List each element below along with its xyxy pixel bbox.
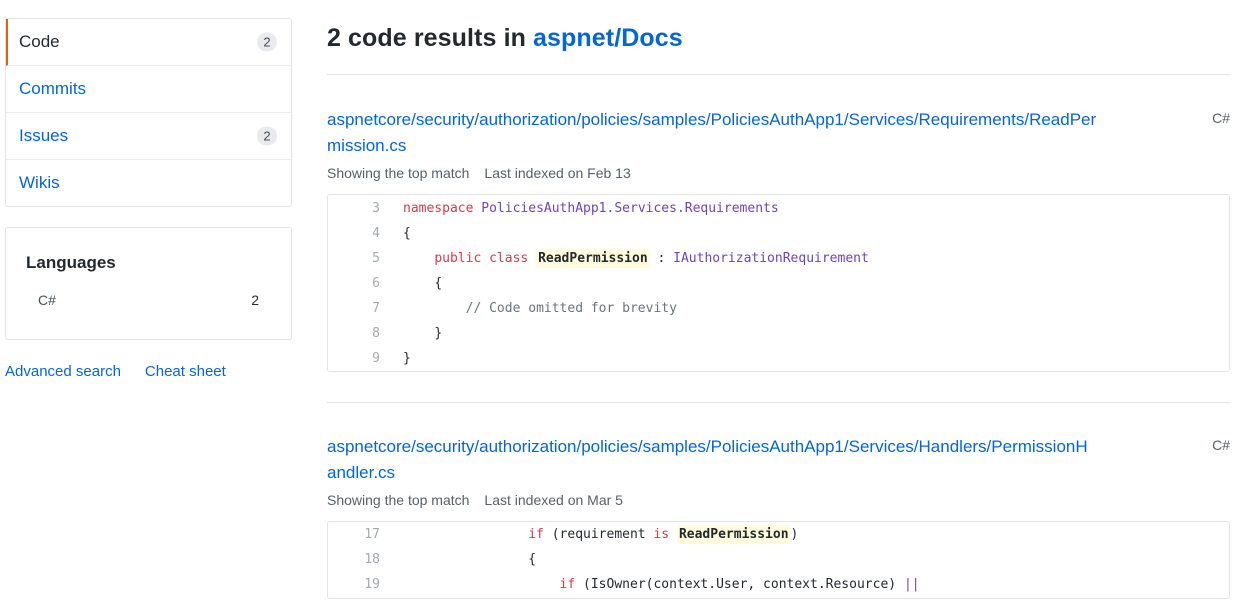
code-line: 8 } bbox=[328, 321, 1229, 346]
result-divider bbox=[327, 402, 1230, 403]
code-text: if (requirement is ReadPermission) bbox=[403, 522, 798, 547]
menu-item-label: Issues bbox=[19, 126, 69, 145]
code-token: is bbox=[653, 527, 670, 542]
code-line: 4{ bbox=[328, 221, 1229, 246]
header-divider bbox=[327, 74, 1230, 75]
languages-panel: Languages C# 2 bbox=[5, 227, 292, 340]
code-snippet: 17 if (requirement is ReadPermission) 18 … bbox=[327, 521, 1230, 599]
cheat-sheet-link[interactable]: Cheat sheet bbox=[145, 363, 226, 380]
search-help-links: Advanced search Cheat sheet bbox=[5, 363, 226, 380]
result-meta: Showing the top match Last indexed on Feb… bbox=[327, 165, 631, 181]
code-token: } bbox=[403, 351, 411, 366]
code-text: { bbox=[403, 221, 411, 246]
line-number: 9 bbox=[372, 351, 380, 366]
code-token: if bbox=[528, 527, 544, 542]
code-line: 7 // Code omitted for brevity bbox=[328, 296, 1229, 321]
code-line: 18 { bbox=[328, 547, 1229, 572]
code-text: } bbox=[403, 321, 442, 346]
language-count: 2 bbox=[251, 292, 259, 308]
line-number: 3 bbox=[372, 201, 380, 216]
code-token: public bbox=[434, 251, 482, 266]
match-text: Showing the top match bbox=[327, 165, 470, 181]
menu-item-commits[interactable]: Commits bbox=[6, 66, 291, 113]
result-file-link[interactable]: aspnetcore/security/authorization/polici… bbox=[327, 434, 1097, 486]
code-text: public class ReadPermission : IAuthoriza… bbox=[403, 246, 869, 271]
menu-item-label: Wikis bbox=[19, 173, 60, 192]
code-token: : bbox=[649, 251, 674, 266]
code-token: { bbox=[434, 276, 443, 291]
menu-item-label: Code bbox=[19, 32, 60, 51]
code-token: IAuthorizationRequirement bbox=[673, 251, 869, 266]
result-file-link[interactable]: aspnetcore/security/authorization/polici… bbox=[327, 107, 1097, 159]
menu-item-issues[interactable]: Issues 2 bbox=[6, 113, 291, 160]
line-number: 19 bbox=[364, 577, 380, 592]
menu-item-code[interactable]: Code 2 bbox=[6, 19, 291, 66]
code-line: 5 public class ReadPermission : IAuthori… bbox=[328, 246, 1229, 271]
results-count-text: 2 code results in bbox=[327, 24, 526, 52]
menu-item-label: Commits bbox=[19, 79, 87, 98]
issues-count-badge: 2 bbox=[257, 126, 277, 146]
code-text: // Code omitted for brevity bbox=[403, 296, 677, 321]
code-token: { bbox=[403, 226, 411, 241]
code-token: } bbox=[434, 326, 443, 341]
indexed-date: Last indexed on Feb 13 bbox=[484, 165, 631, 181]
advanced-search-link[interactable]: Advanced search bbox=[5, 363, 121, 380]
line-number: 17 bbox=[364, 527, 380, 542]
line-number: 7 bbox=[372, 301, 380, 316]
result-language: C# bbox=[1212, 437, 1230, 453]
match-text: Showing the top match bbox=[327, 492, 470, 508]
code-token: class bbox=[489, 251, 529, 266]
code-token: (requirement bbox=[543, 527, 654, 542]
search-match-highlight: ReadPermission bbox=[536, 249, 650, 268]
code-line: 3 namespace PoliciesAuthApp1.Services.Req… bbox=[328, 196, 1229, 221]
code-token: || bbox=[903, 577, 920, 592]
languages-heading: Languages bbox=[26, 253, 116, 272]
code-text: { bbox=[403, 547, 536, 572]
code-token: ) bbox=[790, 527, 799, 542]
search-match-highlight: ReadPermission bbox=[676, 525, 791, 544]
code-text: } bbox=[403, 346, 411, 371]
results-heading: 2 code results in aspnet/Docs bbox=[327, 24, 683, 53]
code-token: { bbox=[528, 552, 537, 567]
result-meta: Showing the top match Last indexed on Mar… bbox=[327, 492, 623, 508]
line-number: 5 bbox=[372, 251, 380, 266]
line-number: 4 bbox=[372, 226, 380, 241]
code-line: 9} bbox=[328, 346, 1229, 371]
code-count-badge: 2 bbox=[257, 32, 277, 52]
menu-item-wikis[interactable]: Wikis bbox=[6, 160, 291, 206]
code-text: namespace PoliciesAuthApp1.Services.Requ… bbox=[403, 196, 779, 221]
code-line: 17 if (requirement is ReadPermission) bbox=[328, 522, 1229, 547]
code-text: { bbox=[403, 271, 442, 296]
code-token: namespace bbox=[403, 201, 474, 216]
code-token: if bbox=[559, 577, 576, 592]
search-type-menu: Code 2 Commits Issues 2 Wikis bbox=[5, 18, 292, 207]
code-token: // Code omitted for brevity bbox=[465, 301, 677, 316]
code-text: if (IsOwner(context.User, context.Resour… bbox=[403, 572, 920, 597]
repo-link[interactable]: aspnet/Docs bbox=[533, 24, 683, 52]
code-snippet: 3 namespace PoliciesAuthApp1.Services.Req… bbox=[327, 194, 1230, 372]
code-token: PoliciesAuthApp1.Services.Requirements bbox=[481, 201, 779, 216]
result-language: C# bbox=[1212, 110, 1230, 126]
code-line: 19 if (IsOwner(context.User, context.Res… bbox=[328, 572, 1229, 597]
indexed-date: Last indexed on Mar 5 bbox=[484, 492, 623, 508]
language-name: C# bbox=[38, 292, 56, 308]
code-token: (IsOwner(context.User, context.Resource) bbox=[575, 577, 904, 592]
code-line: 6 { bbox=[328, 271, 1229, 296]
line-number: 8 bbox=[372, 326, 380, 341]
language-filter-csharp[interactable]: C# 2 bbox=[38, 292, 259, 308]
line-number: 18 bbox=[364, 552, 380, 567]
line-number: 6 bbox=[372, 276, 380, 291]
